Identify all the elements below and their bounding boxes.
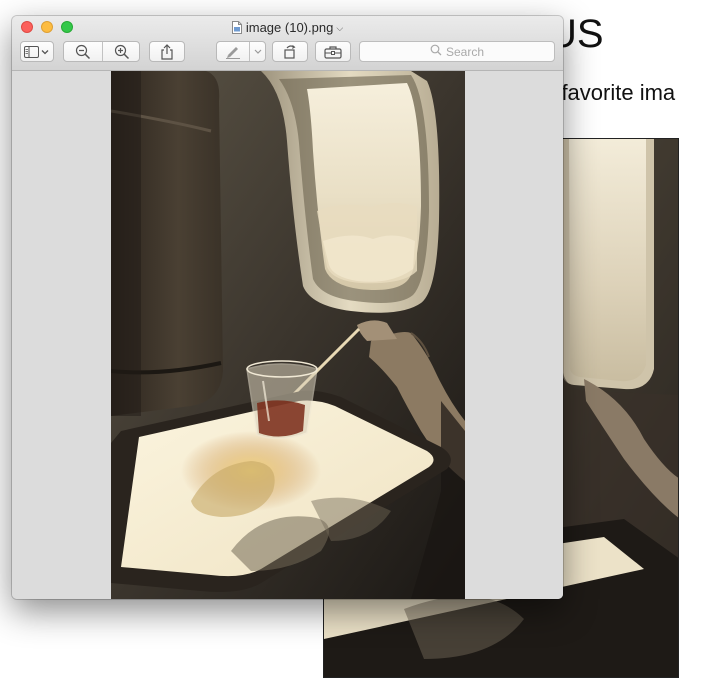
search-field[interactable]: Search bbox=[359, 41, 555, 62]
search-placeholder: Search bbox=[445, 44, 485, 59]
markup-control bbox=[216, 41, 266, 62]
toolbox-button[interactable] bbox=[315, 41, 351, 62]
share-button[interactable] bbox=[149, 41, 185, 62]
rotate-button[interactable] bbox=[272, 41, 308, 62]
sidebar-icon bbox=[24, 45, 50, 58]
zoom-in-button[interactable] bbox=[103, 42, 140, 61]
zoom-out-icon bbox=[75, 44, 91, 60]
share-icon bbox=[160, 43, 174, 60]
document-view[interactable] bbox=[12, 71, 563, 599]
markup-button[interactable] bbox=[217, 42, 249, 61]
markup-menu-button[interactable] bbox=[250, 42, 266, 61]
background-page-subtitle: r favorite ima bbox=[548, 80, 676, 105]
chevron-down-icon bbox=[254, 49, 262, 55]
preview-window: image (10).png ⌵ Search bbox=[12, 16, 563, 599]
zoom-in-icon bbox=[114, 44, 130, 60]
rotate-icon bbox=[282, 44, 298, 60]
window-title[interactable]: image (10).png ⌵ bbox=[12, 20, 563, 35]
zoom-out-button[interactable] bbox=[64, 42, 102, 61]
window-title-text: image (10).png bbox=[245, 20, 334, 35]
pen-icon bbox=[225, 45, 241, 59]
search-icon bbox=[430, 44, 446, 59]
sidebar-toggle-button[interactable] bbox=[20, 41, 54, 62]
displayed-image bbox=[111, 71, 465, 599]
toolbox-icon bbox=[324, 45, 342, 59]
window-titlebar[interactable]: image (10).png ⌵ Search bbox=[12, 16, 563, 71]
zoom-control bbox=[63, 41, 140, 62]
chevron-down-icon: ⌵ bbox=[336, 23, 344, 33]
png-document-icon bbox=[231, 21, 242, 34]
